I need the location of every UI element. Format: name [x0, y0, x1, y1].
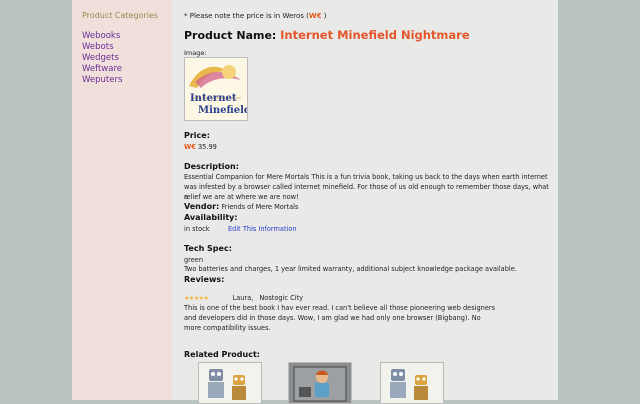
related-product-3[interactable] — [380, 362, 444, 404]
book-cover-icon: Internet Minefield — [185, 58, 247, 120]
price-label: Price: — [184, 131, 210, 140]
related-product-1[interactable] — [198, 362, 262, 404]
related-product-2[interactable] — [288, 362, 352, 404]
sidebar-title: Product Categories — [82, 11, 159, 20]
description-line-1: Essential Companion for Mere Mortals Thi… — [184, 173, 548, 181]
edit-info-link[interactable]: Edit This Information — [228, 224, 297, 234]
availability-label: Availability: — [184, 213, 238, 222]
price-currency: W€ — [184, 143, 196, 151]
image-text-line1: Internet — [190, 93, 237, 104]
description-line-3: relief we are at where we are now! — [184, 193, 299, 201]
robot-thumbnail-icon — [199, 363, 261, 403]
related-products-label: Related Product: — [184, 350, 260, 359]
currency-symbol: W€ — [308, 12, 322, 20]
vendor-row: Vendor: Friends of Mere Mortals — [184, 202, 298, 212]
image-label: Image: — [184, 49, 207, 57]
person-computer-icon — [289, 363, 351, 403]
category-list: Webooks Webots Wedgets Weftware Weputers — [82, 31, 122, 86]
product-name-label: Product Name: — [184, 29, 277, 42]
sidebar-item-wedgets[interactable]: Wedgets — [82, 53, 122, 64]
review-line-3: more compatibility issues. — [184, 324, 271, 332]
vendor-value: Friends of Mere Mortals — [221, 203, 299, 211]
sidebar-item-webooks[interactable]: Webooks — [82, 31, 122, 42]
sidebar-item-weftware[interactable]: Weftware — [82, 64, 122, 75]
review-author: Laura, — [232, 294, 254, 302]
currency-note: * Please note the price is in Weros (W€ … — [184, 12, 326, 20]
robot-thumbnail-icon — [381, 363, 443, 403]
sidebar: Product Categories Webooks Webots Wedget… — [72, 0, 172, 400]
product-name-heading: Product Name: Internet Minefield Nightma… — [184, 28, 470, 42]
main-content: * Please note the price is in Weros ( W€ … — [184, 0, 554, 404]
reviews-label: Reviews: — [184, 275, 225, 284]
description-label: Description: — [184, 162, 239, 171]
vendor-label: Vendor: — [184, 202, 220, 211]
product-image[interactable]: Internet Minefield — [184, 57, 248, 121]
page-container: Product Categories Webooks Webots Wedget… — [72, 0, 558, 404]
sidebar-item-weputers[interactable]: Weputers — [82, 75, 122, 86]
currency-note-suffix: ) — [321, 12, 327, 20]
sidebar-item-webots[interactable]: Webots — [82, 42, 122, 53]
availability-value: in stock — [184, 225, 210, 233]
price-row: W€ 35.99 — [184, 142, 217, 152]
techspec-label: Tech Spec: — [184, 244, 232, 253]
image-text-line2: Minefield — [198, 105, 247, 116]
rating-stars-icon: ★★★★★ — [184, 295, 209, 302]
review-line-2: and developers did in those days. Wow, I… — [184, 314, 481, 322]
price-value: 35.99 — [197, 143, 217, 151]
review-line-1: This is one of the best book I hav ever … — [184, 304, 496, 312]
review-location: Nostogic City — [259, 294, 304, 302]
product-name: Internet Minefield Nightmare — [280, 28, 470, 42]
techspec-line-2: Two batteries and charges, 1 year limite… — [184, 265, 517, 273]
currency-note-prefix: * Please note the price is in Weros ( — [184, 12, 309, 20]
